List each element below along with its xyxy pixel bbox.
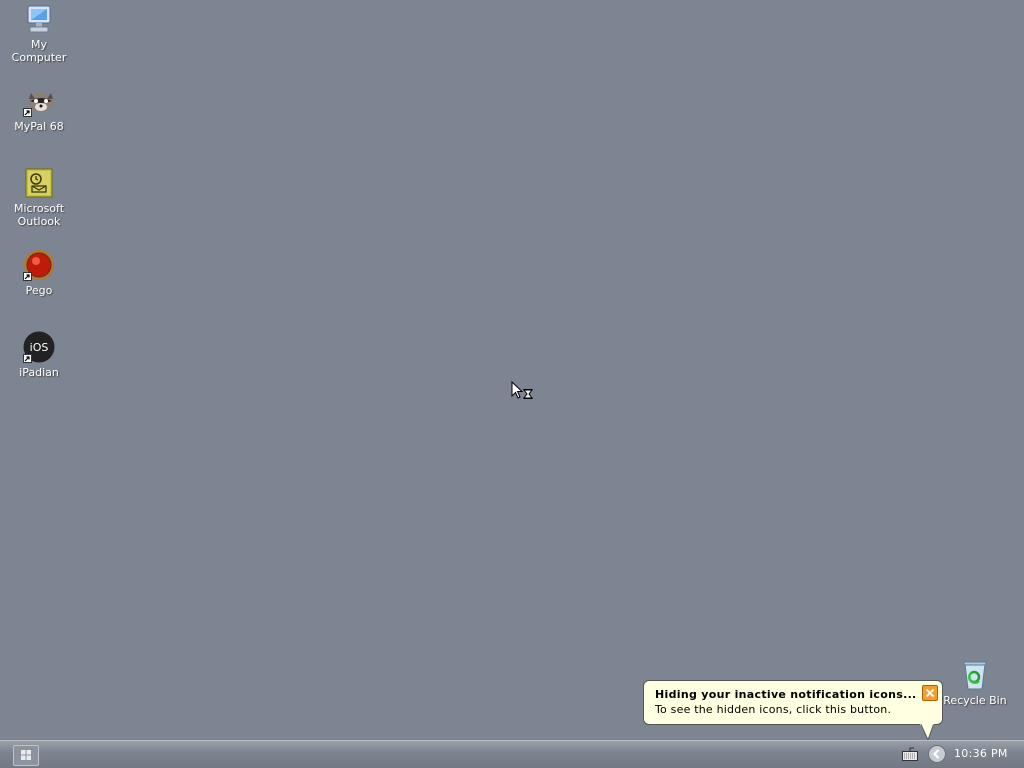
shortcut-arrow-icon <box>23 354 32 363</box>
desktop-icon-ipadian[interactable]: iOS iPadian <box>0 331 78 379</box>
pego-icon <box>23 249 55 281</box>
desktop-icon-label: Microsoft Outlook <box>13 202 65 228</box>
show-hidden-icons-chevron-icon[interactable] <box>928 745 946 763</box>
desktop-icon-mypal[interactable]: MyPal 68 <box>0 85 78 133</box>
start-grid-icon <box>21 750 31 760</box>
desktop[interactable]: My Computer MyPal 68 Microsoft Outlook P… <box>0 0 1024 740</box>
balloon-title: Hiding your inactive notification icons.… <box>655 688 917 701</box>
outlook-icon <box>23 167 55 199</box>
start-button[interactable] <box>13 745 39 766</box>
desktop-icon-label: My Computer <box>11 38 67 64</box>
desktop-icon-pego[interactable]: Pego <box>0 249 78 297</box>
desktop-icon-label: Recycle Bin <box>943 694 1007 707</box>
desktop-icon-outlook[interactable]: Microsoft Outlook <box>0 167 78 228</box>
busy-cursor-icon <box>511 380 535 403</box>
recycle-bin-icon <box>959 659 991 691</box>
notification-balloon[interactable]: Hiding your inactive notification icons.… <box>643 680 943 725</box>
balloon-tail <box>920 724 934 741</box>
desktop-icon-recycle-bin[interactable]: Recycle Bin <box>936 659 1014 707</box>
balloon-text: To see the hidden icons, click this butt… <box>655 703 892 716</box>
keyboard-icon[interactable] <box>902 747 918 761</box>
balloon-close-button[interactable] <box>922 685 938 701</box>
ios-icon: iOS <box>23 331 55 363</box>
shortcut-arrow-icon <box>23 108 32 117</box>
desktop-icon-label: Pego <box>25 284 53 297</box>
ios-glyph-text: iOS <box>30 341 49 354</box>
clock[interactable]: 10:36 PM <box>954 747 1008 760</box>
close-icon <box>925 688 935 698</box>
desktop-icon-label: MyPal 68 <box>14 120 64 133</box>
desktop-icon-my-computer[interactable]: My Computer <box>0 3 78 64</box>
system-tray: 10:36 PM <box>898 741 1024 768</box>
raccoon-icon <box>23 85 55 117</box>
shortcut-arrow-icon <box>23 272 32 281</box>
computer-icon <box>23 3 55 35</box>
desktop-icon-label: iPadian <box>19 366 59 379</box>
taskbar: 10:36 PM <box>0 740 1024 768</box>
